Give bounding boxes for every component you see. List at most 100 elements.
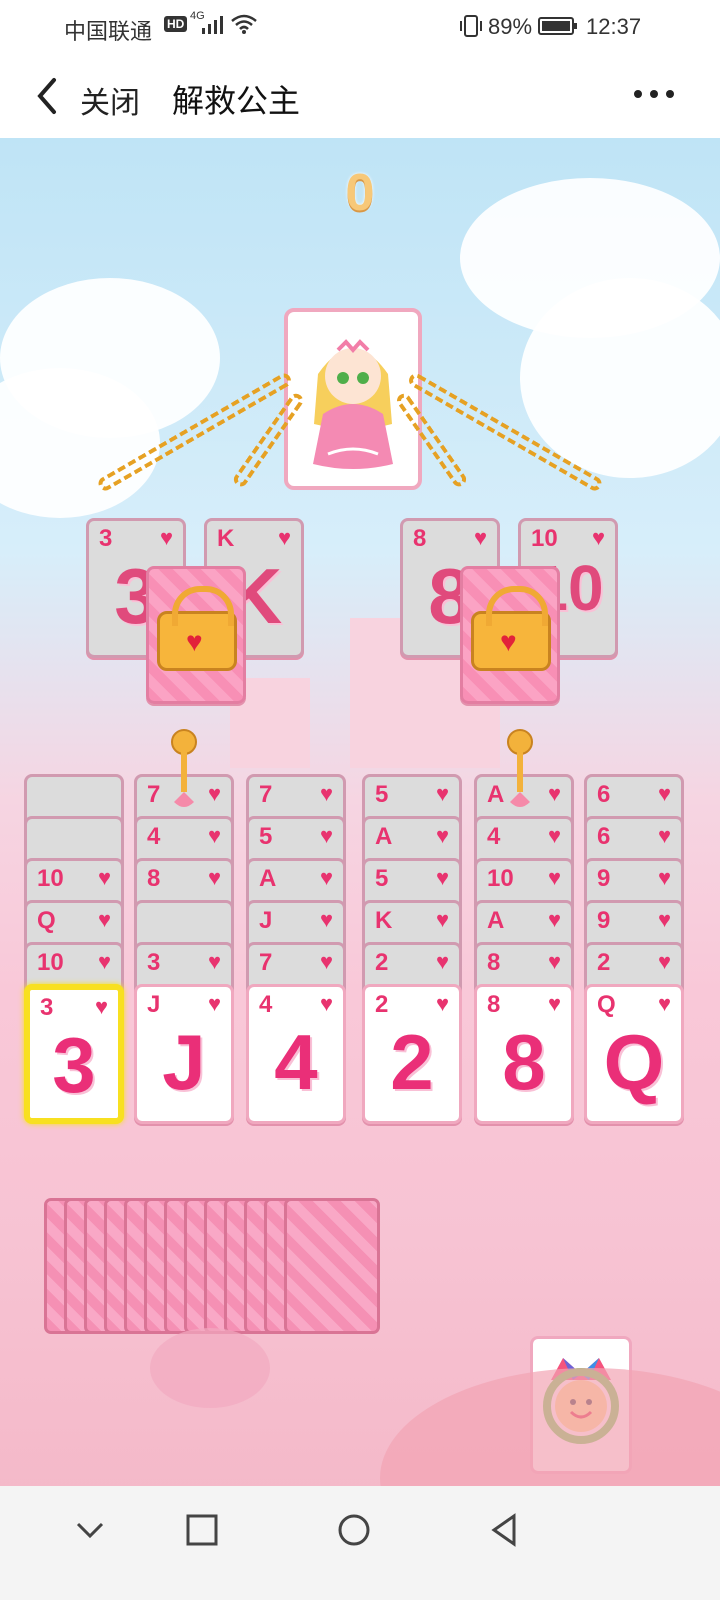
tableau-top-card[interactable]: 8 ♥ 8 <box>474 984 574 1124</box>
heart-icon: ♥ <box>277 525 291 550</box>
nav-bar: 关闭 解救公主 <box>0 54 720 138</box>
battery-icon <box>538 17 577 35</box>
card-big-rank: Q <box>603 1018 665 1106</box>
heart-icon: ♥ <box>657 823 671 848</box>
card-big-rank: 4 <box>274 1018 318 1106</box>
card-big-rank: 3 <box>52 1021 96 1109</box>
hd-badge: HD <box>164 16 188 32</box>
heart-icon: ♥ <box>435 823 449 848</box>
signal-icon <box>202 16 223 34</box>
cloud <box>520 278 720 478</box>
heart-icon: ♥ <box>94 994 108 1019</box>
card-rank: 5 <box>259 823 273 850</box>
tableau-top-card[interactable]: 4 ♥ 4 <box>246 984 346 1124</box>
page-title: 解救公主 <box>172 83 301 119</box>
card-rank: 3 <box>99 525 113 552</box>
heart-icon: ♥ <box>435 991 449 1016</box>
heart-icon: ♥ <box>547 865 561 890</box>
heart-icon: ♥ <box>547 823 561 848</box>
clock: 12:37 <box>586 14 642 39</box>
heart-icon: ♥ <box>319 823 333 848</box>
game-board: 0 3 ♥ 3 K ♥ K 8 ♥ 8 10 ♥ 10 ♥ ♥ 10 ♥ Q ♥… <box>0 138 720 1516</box>
heart-icon: ♥ <box>547 907 561 932</box>
card-rank: 7 <box>259 781 273 808</box>
card-rank: J <box>147 991 161 1018</box>
heart-icon: ♥ <box>547 781 561 806</box>
card-rank: 10 <box>37 865 64 892</box>
key-icon <box>164 728 204 818</box>
decoration-blob <box>150 1328 270 1408</box>
back-icon[interactable] <box>28 74 68 118</box>
card-rank: Q <box>37 907 56 934</box>
card-rank: 9 <box>597 907 611 934</box>
card-rank: 3 <box>147 949 161 976</box>
heart-icon: ♥ <box>97 865 111 890</box>
heart-icon: ♥ <box>319 991 333 1016</box>
card-rank: 6 <box>597 823 611 850</box>
system-nav-bar <box>0 1486 720 1600</box>
card-rank: 10 <box>487 865 514 892</box>
vibrate-icon <box>460 15 482 37</box>
tableau-top-card[interactable]: 3 ♥ 3 <box>24 984 124 1124</box>
close-button[interactable]: 关闭 <box>80 78 140 122</box>
heart-icon: ♥ <box>207 949 221 974</box>
tableau-top-card[interactable]: 2 ♥ 2 <box>362 984 462 1124</box>
stock-card <box>284 1198 380 1334</box>
tableau-top-card[interactable]: Q ♥ Q <box>584 984 684 1124</box>
card-rank: J <box>259 907 273 934</box>
wifi-icon <box>231 14 257 34</box>
lock-icon: ♥ <box>471 586 551 671</box>
heart-icon: ♥ <box>435 907 449 932</box>
lock-card: ♥ <box>146 566 246 704</box>
card-rank: 10 <box>531 525 558 552</box>
heart-icon: ♥ <box>435 865 449 890</box>
heart-icon: ♥ <box>319 865 333 890</box>
heart-icon: ♥ <box>435 949 449 974</box>
heart-icon: ♥ <box>319 781 333 806</box>
heart-icon: ♥ <box>319 949 333 974</box>
more-icon[interactable] <box>632 84 676 104</box>
battery-percent: 89% <box>488 14 533 39</box>
heart-icon: ♥ <box>319 907 333 932</box>
card-rank: K <box>375 907 393 934</box>
heart-icon: ♥ <box>159 525 173 550</box>
card-rank: 4 <box>487 823 501 850</box>
heart-icon: ♥ <box>657 991 671 1016</box>
heart-icon: ♥ <box>591 525 605 550</box>
card-rank: 2 <box>375 949 389 976</box>
card-rank: 7 <box>259 949 273 976</box>
heart-icon: ♥ <box>435 781 449 806</box>
recents-icon[interactable] <box>182 1510 222 1550</box>
card-rank: 4 <box>147 823 161 850</box>
score: 0 <box>345 164 375 222</box>
lock-icon: ♥ <box>157 586 237 671</box>
card-big-rank: J <box>162 1018 206 1106</box>
heart-icon: ♥ <box>473 525 487 550</box>
heart-icon: ♥ <box>657 949 671 974</box>
key-icon <box>500 728 540 818</box>
card-big-rank: 8 <box>502 1018 546 1106</box>
card-rank: 2 <box>375 991 389 1018</box>
collapse-icon[interactable] <box>70 1510 110 1550</box>
lock-card: ♥ <box>460 566 560 704</box>
heart-icon: ♥ <box>657 907 671 932</box>
home-icon[interactable] <box>334 1510 374 1550</box>
heart-icon: ♥ <box>207 865 221 890</box>
card-rank: 2 <box>597 949 611 976</box>
heart-icon: ♥ <box>657 865 671 890</box>
card-rank: 9 <box>597 865 611 892</box>
heart-icon: ♥ <box>547 949 561 974</box>
heart-icon: ♥ <box>97 949 111 974</box>
card-rank: 8 <box>147 865 161 892</box>
card-rank: 7 <box>147 781 161 808</box>
back-nav-icon[interactable] <box>484 1510 524 1550</box>
card-rank: A <box>375 823 393 850</box>
card-rank: 4 <box>259 991 273 1018</box>
card-rank: 3 <box>40 994 54 1021</box>
tableau-top-card[interactable]: J ♥ J <box>134 984 234 1124</box>
carrier-label: 中国联通 <box>64 19 153 44</box>
status-bar: 中国联通 HD 4G 89% 12:37 <box>0 0 720 54</box>
card-rank: 5 <box>375 781 389 808</box>
heart-icon: ♥ <box>97 907 111 932</box>
card-rank: 10 <box>37 949 64 976</box>
